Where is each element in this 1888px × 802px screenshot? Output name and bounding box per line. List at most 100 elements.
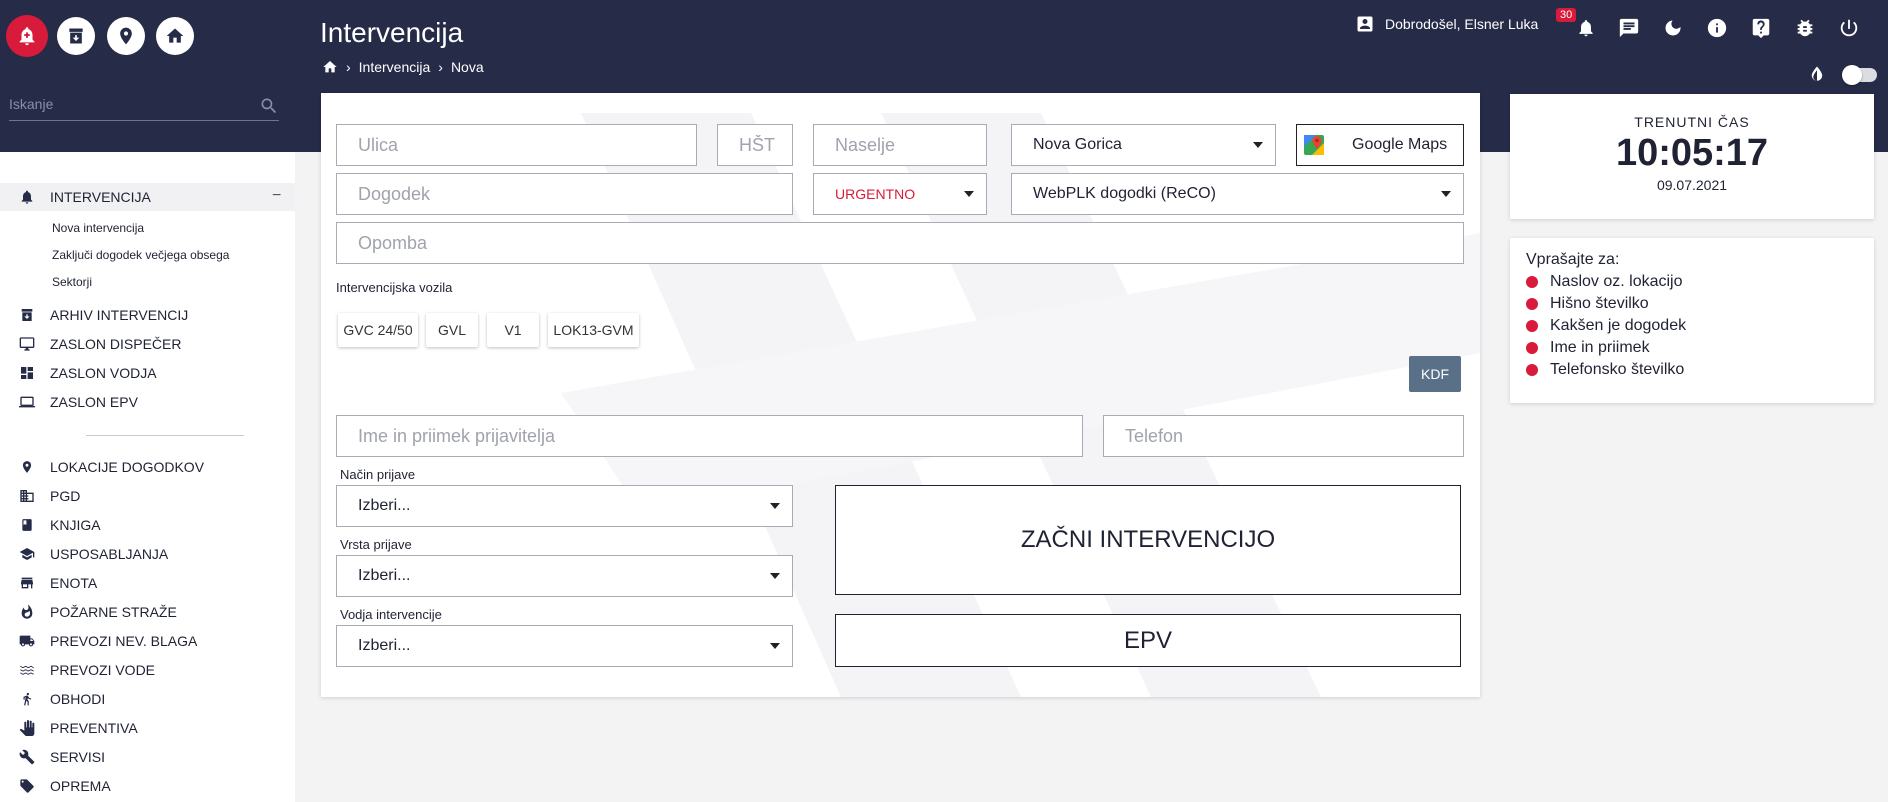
archive-icon xyxy=(69,28,83,44)
report-type-label: Vrsta prijave xyxy=(340,537,412,552)
note-input[interactable] xyxy=(358,232,1463,254)
sidebar-item-zaslon-dispecer[interactable]: ZASLON DISPEČER xyxy=(18,335,181,353)
reporter-name-field[interactable] xyxy=(336,415,1083,457)
alarm-bell-button[interactable] xyxy=(6,15,48,57)
search-bar xyxy=(9,96,279,121)
truck-hazard-icon xyxy=(18,632,36,650)
collapse-icon[interactable]: − xyxy=(272,187,281,205)
archive-button[interactable] xyxy=(57,17,95,55)
report-method-value: Izberi... xyxy=(358,497,411,514)
street-field[interactable] xyxy=(336,124,697,166)
sidebar-item-zaslon-vodja[interactable]: ZASLON VODJA xyxy=(18,364,157,382)
user-greeting: Dobrodošel, Elsner Luka xyxy=(1385,16,1539,32)
reporter-name-input[interactable] xyxy=(358,425,1082,447)
chat-icon xyxy=(1619,18,1639,38)
location-button[interactable] xyxy=(107,17,145,55)
sidebar-item-label: LOKACIJE DOGODKOV xyxy=(50,459,205,475)
sidebar-item-preventiva[interactable]: PREVENTIVA xyxy=(18,719,138,737)
home-icon[interactable] xyxy=(322,59,338,75)
google-maps-button[interactable]: Google Maps xyxy=(1296,124,1464,166)
ask-item-label: Kakšen je dogodek xyxy=(1550,317,1687,334)
sidebar-item-arhiv[interactable]: ARHIV INTERVENCIJ xyxy=(18,306,188,324)
start-intervention-button[interactable]: ZAČNI INTERVENCIJO xyxy=(835,485,1461,595)
sidebar-item-obhodi[interactable]: OBHODI xyxy=(18,690,105,708)
sidebar-item-enota[interactable]: ENOTA xyxy=(18,574,97,592)
sidebar-item-label: USPOSABLJANJA xyxy=(50,546,169,562)
contrast-toggle[interactable] xyxy=(1842,65,1877,85)
incident-commander-value: Izberi... xyxy=(358,637,411,654)
home-icon xyxy=(166,28,184,43)
ask-item: Naslov oz. lokacijo xyxy=(1526,273,1683,291)
info-button[interactable] xyxy=(1705,16,1729,40)
sidebar-item-usposabljanja[interactable]: USPOSABLJANJA xyxy=(18,545,168,563)
house-number-input[interactable] xyxy=(739,134,792,156)
incident-commander-select[interactable]: Izberi... xyxy=(336,625,793,667)
vehicle-chip[interactable]: GVC 24/50 xyxy=(338,313,418,347)
sidebar-item-lokacije[interactable]: LOKACIJE DOGODKOV xyxy=(18,458,204,476)
bug-icon xyxy=(1797,19,1813,37)
ask-item-label: Naslov oz. lokacijo xyxy=(1550,273,1683,290)
house-number-field[interactable] xyxy=(717,124,793,166)
laptop-icon xyxy=(18,393,36,411)
sidebar-item-zaslon-epv[interactable]: ZASLON EPV xyxy=(18,393,138,411)
google-maps-icon xyxy=(1304,135,1324,155)
user-info[interactable]: Dobrodošel, Elsner Luka xyxy=(1355,14,1538,34)
nav-divider xyxy=(86,435,244,436)
vehicle-chip[interactable]: GVL xyxy=(426,313,478,347)
urgency-select[interactable]: URGENTNO xyxy=(813,173,987,215)
municipality-select[interactable]: Nova Gorica xyxy=(1011,124,1276,166)
vehicle-chip[interactable]: LOK13-GVM xyxy=(548,313,639,347)
incident-commander-label: Vodja intervencije xyxy=(340,607,442,622)
archive-icon xyxy=(18,306,36,324)
bug-report-button[interactable] xyxy=(1793,16,1817,40)
search-input[interactable] xyxy=(9,96,239,112)
sidebar-item-oprema[interactable]: OPREMA xyxy=(18,777,111,795)
epv-button[interactable]: EPV xyxy=(835,614,1461,667)
event-source-select[interactable]: WebPLK dogodki (ReCO) xyxy=(1011,173,1464,215)
sidebar-subitem-sektorji[interactable]: Sektorji xyxy=(52,275,92,289)
sidebar-item-label: OBHODI xyxy=(50,691,106,707)
sidebar-item-pgd[interactable]: PGD xyxy=(18,487,80,505)
logout-button[interactable] xyxy=(1837,16,1861,40)
search-icon[interactable] xyxy=(259,96,279,116)
help-button[interactable] xyxy=(1749,16,1773,40)
settlement-input[interactable] xyxy=(835,134,986,156)
vehicle-chip[interactable]: V1 xyxy=(487,313,539,347)
event-field[interactable] xyxy=(336,173,793,215)
sidebar-item-intervencija[interactable]: INTERVENCIJA xyxy=(18,188,151,206)
sidebar-item-label: ARHIV INTERVENCIJ xyxy=(50,307,189,323)
contrast-icon xyxy=(1811,66,1823,81)
breadcrumb-item[interactable]: Intervencija xyxy=(359,59,431,75)
notifications-button[interactable] xyxy=(1574,16,1598,40)
sidebar-item-knjiga[interactable]: KNJIGA xyxy=(18,516,101,534)
tag-icon xyxy=(18,777,36,795)
kdf-button[interactable]: KDF xyxy=(1409,356,1461,392)
note-field[interactable] xyxy=(336,222,1464,264)
chevron-right-icon: › xyxy=(346,59,351,75)
home-button[interactable] xyxy=(156,17,194,55)
ask-item-label: Telefonsko številko xyxy=(1550,361,1685,378)
event-input[interactable] xyxy=(358,183,792,205)
street-input[interactable] xyxy=(358,134,696,156)
walking-icon xyxy=(18,690,36,708)
breadcrumb: › Intervencija › Nova xyxy=(322,59,484,75)
sidebar-subitem-zakljuci-dogodek[interactable]: Zaključi dogodek večjega obsega xyxy=(52,248,229,262)
report-method-select[interactable]: Izberi... xyxy=(336,485,793,527)
water-waves-icon xyxy=(18,661,36,679)
sidebar-item-label: PREVOZI VODE xyxy=(50,662,156,678)
urgency-value: URGENTNO xyxy=(835,186,916,202)
phone-field[interactable] xyxy=(1103,415,1464,457)
sidebar-item-prevozi-vode[interactable]: PREVOZI VODE xyxy=(18,661,155,679)
sidebar-item-servisi[interactable]: SERVISI xyxy=(18,748,105,766)
store-icon xyxy=(18,574,36,592)
settlement-field[interactable] xyxy=(813,124,987,166)
sidebar-subitem-nova-intervencija[interactable]: Nova intervencija xyxy=(52,221,144,235)
sidebar-item-prevozi-nev-blaga[interactable]: PREVOZI NEV. BLAGA xyxy=(18,632,197,650)
alarm-bell-icon xyxy=(18,188,36,206)
report-type-select[interactable]: Izberi... xyxy=(336,555,793,597)
phone-input[interactable] xyxy=(1125,425,1463,447)
messages-button[interactable] xyxy=(1617,16,1641,40)
dark-mode-button[interactable] xyxy=(1661,16,1685,40)
sidebar-item-pozarne-straze[interactable]: POŽARNE STRAŽE xyxy=(18,603,177,621)
wrench-icon xyxy=(18,748,36,766)
